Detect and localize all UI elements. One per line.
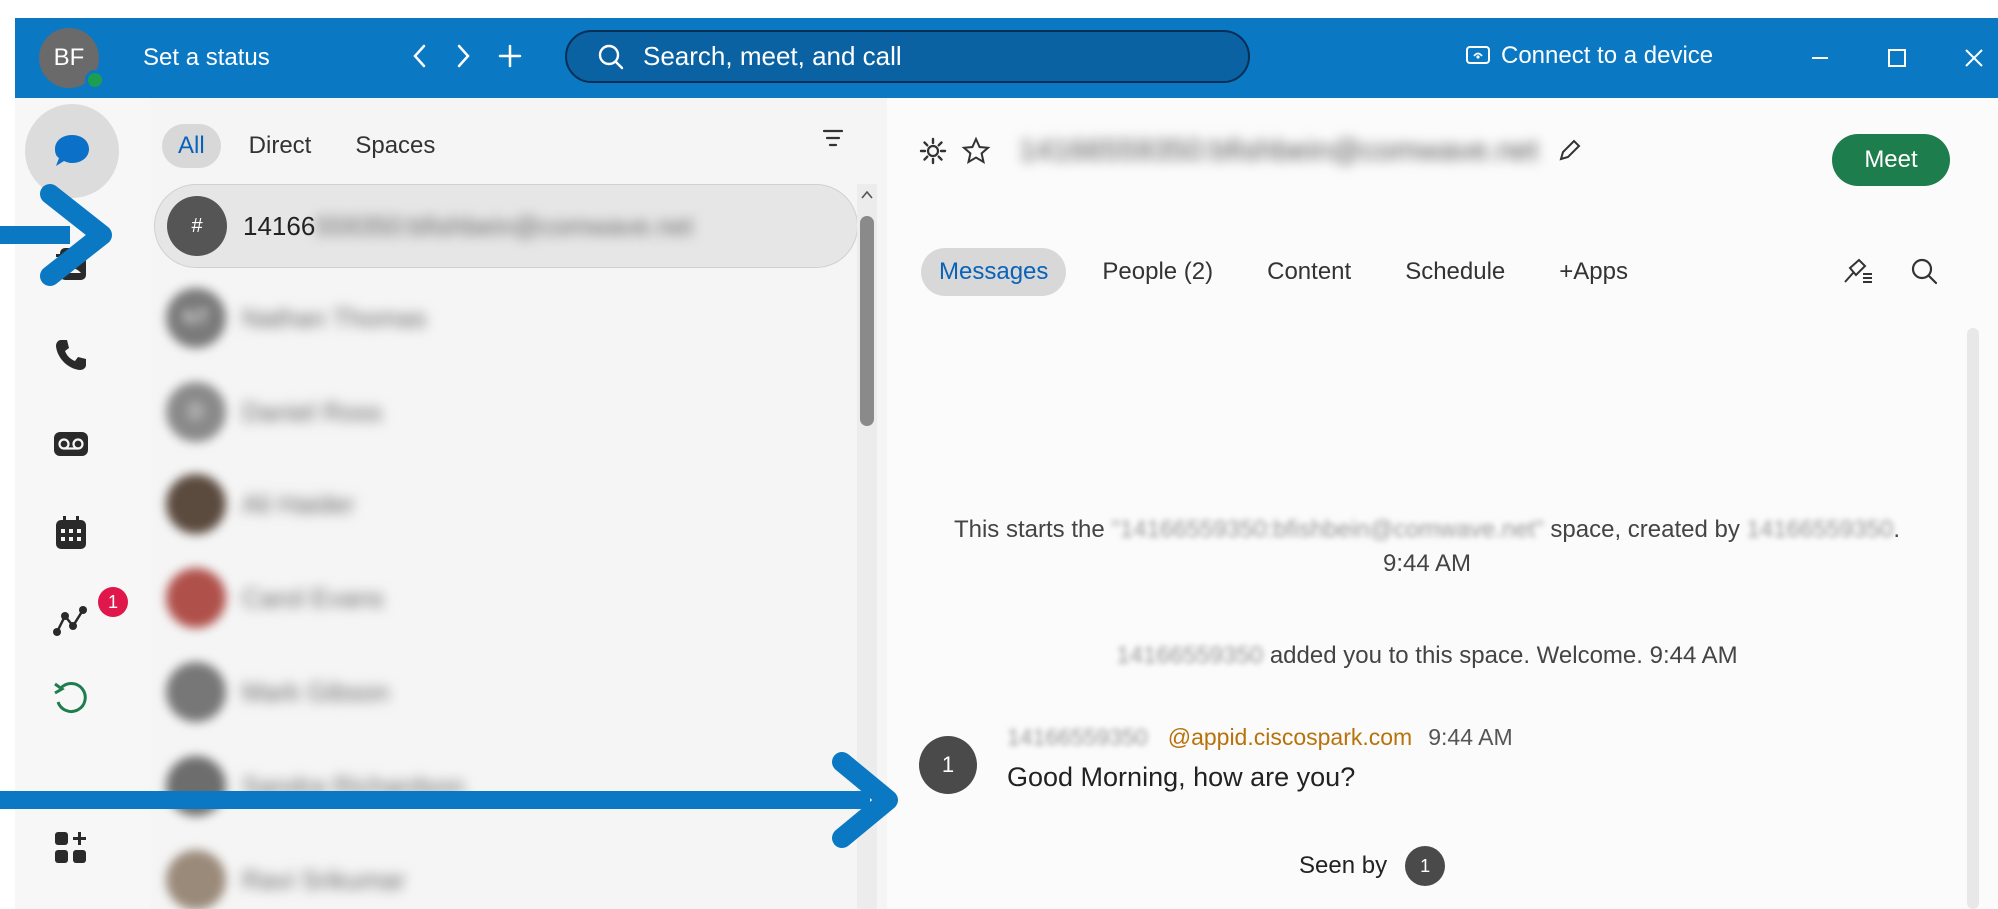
space-tabs: Messages People (2) Content Schedule +Ap… bbox=[921, 248, 1664, 296]
seen-by: Seen by 1 bbox=[1299, 846, 1446, 886]
conversation-list: All Direct Spaces # 14166559350:bfishbei… bbox=[150, 98, 887, 909]
space-avatar: # bbox=[167, 196, 227, 256]
connect-device-button[interactable]: Connect to a device bbox=[1465, 42, 1713, 70]
list-filters: All Direct Spaces bbox=[162, 124, 463, 168]
apps-grid-icon bbox=[55, 832, 86, 863]
notification-badge: 1 bbox=[98, 587, 128, 617]
conversation-name: Sandra Richardson bbox=[242, 770, 465, 801]
conversation-item-selected[interactable]: # 14166559350:bfishbein@comwave.net bbox=[154, 184, 858, 268]
activity-icon bbox=[53, 606, 87, 636]
rail-activity[interactable]: 1 bbox=[36, 585, 128, 655]
conversation-name: Ravi Srikumar bbox=[242, 864, 406, 895]
conversation-item[interactable]: Sandra Richardson bbox=[154, 744, 858, 828]
edit-pencil-icon[interactable] bbox=[1556, 138, 1582, 164]
new-plus-icon[interactable] bbox=[490, 36, 530, 76]
message-meta: 14166559350 @appid.ciscospark.com 9:44 A… bbox=[1007, 724, 1513, 751]
search-messages-icon[interactable] bbox=[1909, 256, 1939, 291]
tab-people[interactable]: People (2) bbox=[1084, 248, 1231, 296]
conversation-item[interactable]: Carol Evans bbox=[154, 556, 858, 640]
contact-avatar: D bbox=[166, 382, 226, 442]
contact-avatar bbox=[166, 474, 226, 534]
conversation-item[interactable]: NT Nathan Thomas bbox=[154, 276, 858, 360]
filter-direct[interactable]: Direct bbox=[233, 124, 328, 168]
conversation-name: 14166559350:bfishbein@comwave.net bbox=[243, 210, 693, 241]
contact-avatar: NT bbox=[166, 288, 226, 348]
title-bar: BF Set a status Search, meet, and call C… bbox=[15, 18, 1998, 98]
settings-gear-icon[interactable] bbox=[919, 137, 947, 165]
space-pane: 14166559350:bfishbein@comwave.net Meet M… bbox=[887, 98, 1998, 909]
maximize-icon[interactable] bbox=[1875, 36, 1919, 80]
sender-app-id: @appid.ciscospark.com bbox=[1167, 724, 1413, 750]
conversation-item[interactable]: Ravi Srikumar bbox=[154, 838, 858, 909]
pinned-icon[interactable] bbox=[1842, 256, 1874, 291]
filter-spaces[interactable]: Spaces bbox=[339, 124, 451, 168]
contact-avatar bbox=[166, 850, 226, 909]
refresh-icon bbox=[54, 682, 87, 713]
message-time: 9:44 AM bbox=[1428, 724, 1513, 750]
rail-voicemail[interactable] bbox=[36, 409, 106, 479]
connect-device-label: Connect to a device bbox=[1501, 42, 1714, 69]
rail-messaging[interactable] bbox=[25, 104, 119, 198]
seen-by-avatar[interactable]: 1 bbox=[1405, 846, 1446, 886]
contact-avatar bbox=[166, 756, 226, 816]
close-icon[interactable] bbox=[1952, 36, 1996, 80]
conversation-name: Mark Gibson bbox=[242, 676, 390, 707]
conversation-item[interactable]: D Daniel Ross bbox=[154, 370, 858, 454]
list-scrollbar[interactable] bbox=[857, 184, 877, 909]
conversation-name: Daniel Ross bbox=[242, 396, 383, 427]
contacts-icon bbox=[56, 248, 86, 280]
phone-icon bbox=[56, 340, 86, 370]
tab-content[interactable]: Content bbox=[1249, 248, 1369, 296]
voicemail-icon bbox=[54, 432, 88, 456]
filter-all[interactable]: All bbox=[162, 124, 221, 168]
minimize-icon[interactable] bbox=[1798, 36, 1842, 80]
search-icon bbox=[598, 44, 624, 69]
device-icon bbox=[1466, 46, 1490, 64]
meet-button[interactable]: Meet bbox=[1832, 134, 1950, 186]
forward-icon[interactable] bbox=[443, 36, 483, 76]
set-status-button[interactable]: Set a status bbox=[143, 44, 270, 72]
navigation-rail: 1 bbox=[15, 98, 150, 909]
favorite-star-icon[interactable] bbox=[961, 136, 991, 166]
conversation-name: Carol Evans bbox=[242, 582, 384, 613]
scroll-up-icon[interactable] bbox=[861, 190, 873, 200]
filter-menu-icon[interactable] bbox=[822, 128, 844, 153]
contact-avatar bbox=[166, 568, 226, 628]
conversation-item[interactable]: Mark Gibson bbox=[154, 650, 858, 734]
messages-scrollbar[interactable] bbox=[1967, 328, 1979, 909]
seen-by-label: Seen by bbox=[1299, 852, 1388, 879]
sender-avatar[interactable]: 1 bbox=[919, 736, 977, 794]
back-icon[interactable] bbox=[400, 36, 440, 76]
rail-updates[interactable] bbox=[36, 663, 106, 733]
conversation-name: Nathan Thomas bbox=[242, 302, 427, 333]
space-header: 14166559350:bfishbein@comwave.net bbox=[919, 134, 1582, 168]
search-placeholder: Search, meet, and call bbox=[643, 41, 902, 71]
rail-calling[interactable] bbox=[36, 320, 106, 390]
contact-avatar bbox=[166, 662, 226, 722]
tab-apps[interactable]: +Apps bbox=[1541, 248, 1646, 296]
sender-name: 14166559350 bbox=[1007, 724, 1148, 750]
space-created-time: 9:44 AM bbox=[1382, 550, 1472, 577]
tab-messages[interactable]: Messages bbox=[921, 248, 1067, 296]
space-created-notice: This starts the "14166559350:bfishbein@c… bbox=[953, 516, 1901, 543]
scroll-thumb[interactable] bbox=[860, 216, 874, 426]
space-title: 14166559350:bfishbein@comwave.net bbox=[1019, 134, 1539, 167]
tab-schedule[interactable]: Schedule bbox=[1387, 248, 1523, 296]
added-notice: 14166559350 added you to this space. Wel… bbox=[1116, 642, 1738, 669]
chat-bubble-icon bbox=[55, 135, 89, 166]
conversation-item[interactable]: Ali Haider bbox=[154, 462, 858, 546]
presence-indicator bbox=[85, 70, 105, 90]
calendar-icon bbox=[56, 516, 86, 549]
rail-contacts[interactable] bbox=[36, 229, 106, 299]
rail-calendar[interactable] bbox=[36, 498, 106, 568]
rail-apps[interactable] bbox=[36, 813, 106, 883]
search-input[interactable]: Search, meet, and call bbox=[565, 30, 1250, 83]
conversation-name: Ali Haider bbox=[242, 488, 355, 519]
message-body: Good Morning, how are you? bbox=[1007, 762, 1356, 792]
